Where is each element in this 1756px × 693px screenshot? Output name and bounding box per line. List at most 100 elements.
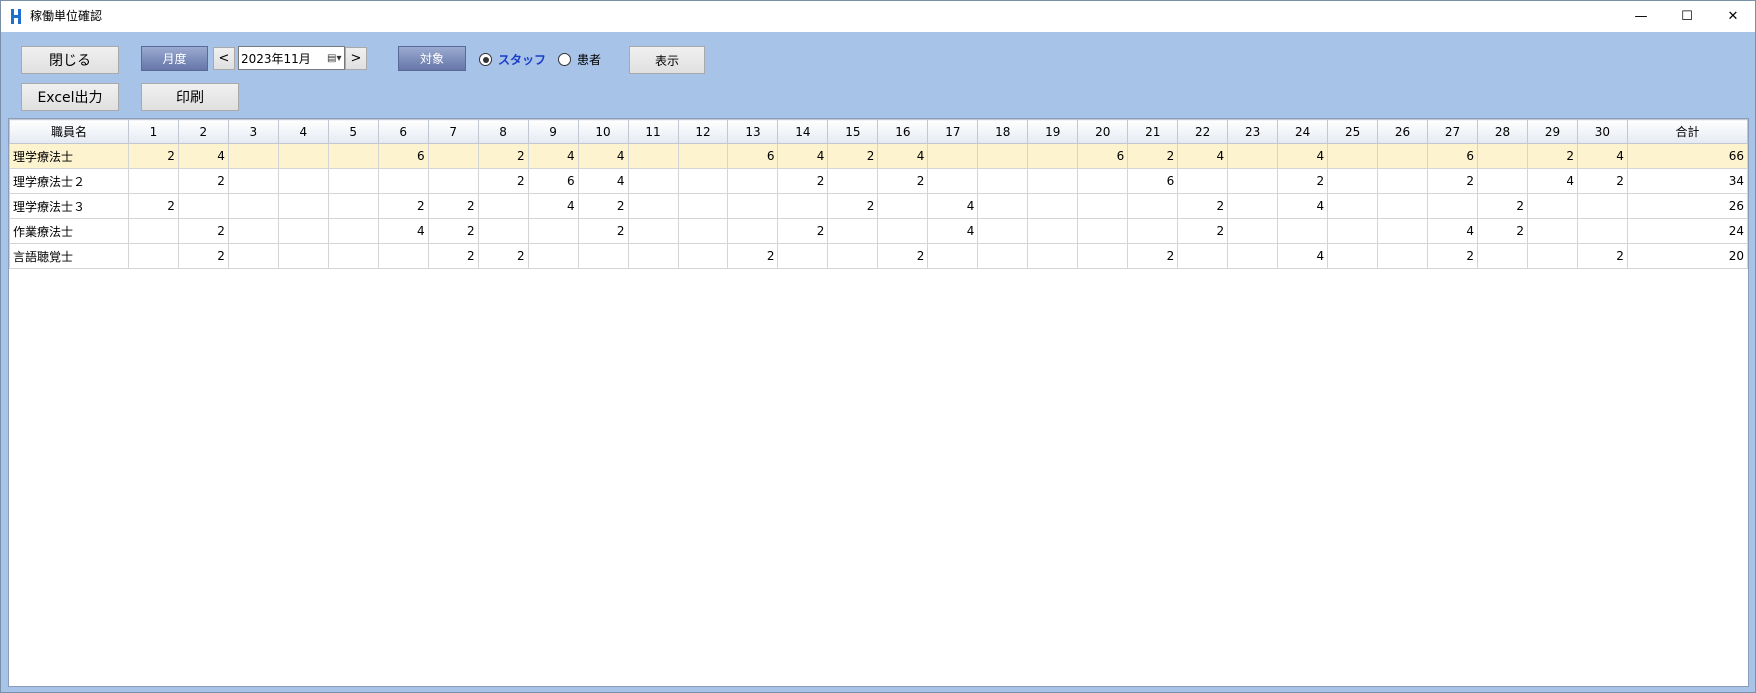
day-value-cell[interactable] xyxy=(277,243,329,269)
day-value-cell[interactable]: 2 xyxy=(177,218,229,244)
day-value-cell[interactable] xyxy=(327,243,379,269)
day-value-cell[interactable] xyxy=(1277,218,1329,244)
day-value-cell[interactable] xyxy=(727,218,779,244)
day-value-cell[interactable] xyxy=(1377,143,1429,169)
day-value-cell[interactable] xyxy=(1077,193,1129,219)
day-value-cell[interactable] xyxy=(1177,243,1229,269)
column-header-day[interactable]: 12 xyxy=(677,119,729,144)
day-value-cell[interactable] xyxy=(127,168,179,194)
column-header-day[interactable]: 11 xyxy=(627,119,679,144)
day-value-cell[interactable] xyxy=(1377,193,1429,219)
day-value-cell[interactable] xyxy=(1127,193,1179,219)
column-header-day[interactable]: 6 xyxy=(377,119,429,144)
day-value-cell[interactable]: 2 xyxy=(1526,143,1578,169)
day-value-cell[interactable] xyxy=(277,218,329,244)
column-header-day[interactable]: 24 xyxy=(1277,119,1329,144)
day-value-cell[interactable] xyxy=(1177,168,1229,194)
day-value-cell[interactable]: 2 xyxy=(177,243,229,269)
column-header-day[interactable]: 25 xyxy=(1327,119,1379,144)
column-header-day[interactable]: 3 xyxy=(227,119,279,144)
day-value-cell[interactable]: 2 xyxy=(1427,243,1479,269)
maximize-icon[interactable]: ☐ xyxy=(1664,1,1710,32)
day-value-cell[interactable]: 2 xyxy=(877,168,929,194)
day-value-cell[interactable] xyxy=(977,243,1029,269)
day-value-cell[interactable] xyxy=(477,218,529,244)
column-header-day[interactable]: 8 xyxy=(477,119,529,144)
day-value-cell[interactable]: 2 xyxy=(777,218,829,244)
day-value-cell[interactable] xyxy=(377,168,429,194)
day-value-cell[interactable]: 2 xyxy=(1427,168,1479,194)
day-value-cell[interactable] xyxy=(277,143,329,169)
day-value-cell[interactable] xyxy=(1526,193,1578,219)
month-button[interactable]: 月度 xyxy=(141,46,208,71)
day-value-cell[interactable] xyxy=(977,218,1029,244)
day-value-cell[interactable]: 2 xyxy=(777,168,829,194)
day-value-cell[interactable]: 6 xyxy=(527,168,579,194)
day-value-cell[interactable] xyxy=(427,143,479,169)
staff-name-cell[interactable]: 言語聴覚士 xyxy=(9,243,129,269)
day-value-cell[interactable] xyxy=(1477,168,1528,194)
column-header-day[interactable]: 16 xyxy=(877,119,929,144)
day-value-cell[interactable] xyxy=(1077,243,1129,269)
day-value-cell[interactable] xyxy=(1027,168,1079,194)
day-value-cell[interactable] xyxy=(327,218,379,244)
day-value-cell[interactable]: 2 xyxy=(1177,193,1229,219)
day-value-cell[interactable] xyxy=(227,218,279,244)
column-header-day[interactable]: 4 xyxy=(277,119,329,144)
day-value-cell[interactable] xyxy=(1027,193,1079,219)
day-value-cell[interactable] xyxy=(727,168,779,194)
column-header-name[interactable]: 職員名 xyxy=(9,119,129,144)
day-value-cell[interactable] xyxy=(1327,243,1379,269)
day-value-cell[interactable] xyxy=(277,168,329,194)
units-grid[interactable]: 職員名 1 2 3 4 5 6 7 8 9 10 11 12 13 14 15 16 17 18 19 20 21 22 23… xyxy=(8,118,1749,687)
day-value-cell[interactable]: 2 xyxy=(1127,243,1179,269)
day-value-cell[interactable] xyxy=(227,193,279,219)
day-value-cell[interactable] xyxy=(627,193,679,219)
column-header-day[interactable]: 29 xyxy=(1526,119,1578,144)
day-value-cell[interactable]: 4 xyxy=(927,193,979,219)
column-header-day[interactable]: 22 xyxy=(1177,119,1229,144)
table-row[interactable]: 理学療法士２ 2 2 6 4 2 2 6 2 2 4 2 34 xyxy=(9,168,1749,194)
day-value-cell[interactable] xyxy=(627,218,679,244)
staff-radio[interactable]: スタッフ xyxy=(479,51,546,68)
day-value-cell[interactable] xyxy=(1027,243,1079,269)
column-header-day[interactable]: 9 xyxy=(527,119,579,144)
day-value-cell[interactable] xyxy=(227,243,279,269)
day-value-cell[interactable] xyxy=(977,193,1029,219)
day-value-cell[interactable] xyxy=(327,143,379,169)
day-value-cell[interactable] xyxy=(677,218,729,244)
day-value-cell[interactable] xyxy=(1227,243,1279,269)
total-cell[interactable]: 34 xyxy=(1626,168,1749,194)
close-button[interactable]: 閉じる xyxy=(21,46,119,74)
day-value-cell[interactable] xyxy=(1227,168,1279,194)
month-date-field[interactable]: 2023年11月 ▤▾ xyxy=(238,46,345,70)
day-value-cell[interactable] xyxy=(227,168,279,194)
day-value-cell[interactable] xyxy=(1077,168,1129,194)
day-value-cell[interactable] xyxy=(127,218,179,244)
day-value-cell[interactable] xyxy=(1477,143,1528,169)
day-value-cell[interactable] xyxy=(1327,193,1379,219)
day-value-cell[interactable] xyxy=(1377,218,1429,244)
day-value-cell[interactable] xyxy=(1477,243,1528,269)
column-header-day[interactable]: 14 xyxy=(777,119,829,144)
total-cell[interactable]: 66 xyxy=(1626,143,1749,169)
day-value-cell[interactable]: 2 xyxy=(577,193,629,219)
day-value-cell[interactable] xyxy=(777,243,829,269)
day-value-cell[interactable] xyxy=(877,218,929,244)
total-cell[interactable]: 24 xyxy=(1626,218,1749,244)
day-value-cell[interactable]: 4 xyxy=(1277,193,1329,219)
day-value-cell[interactable]: 2 xyxy=(1477,193,1528,219)
day-value-cell[interactable]: 4 xyxy=(877,143,929,169)
day-value-cell[interactable]: 2 xyxy=(377,193,429,219)
day-value-cell[interactable]: 6 xyxy=(1127,168,1179,194)
day-value-cell[interactable]: 4 xyxy=(1277,143,1329,169)
day-value-cell[interactable] xyxy=(277,193,329,219)
day-value-cell[interactable] xyxy=(477,193,529,219)
day-value-cell[interactable] xyxy=(1127,218,1179,244)
day-value-cell[interactable]: 2 xyxy=(1576,243,1628,269)
print-button[interactable]: 印刷 xyxy=(141,83,239,111)
day-value-cell[interactable] xyxy=(327,193,379,219)
prev-month-button[interactable]: < xyxy=(213,47,235,70)
day-value-cell[interactable] xyxy=(977,168,1029,194)
day-value-cell[interactable]: 2 xyxy=(477,143,529,169)
